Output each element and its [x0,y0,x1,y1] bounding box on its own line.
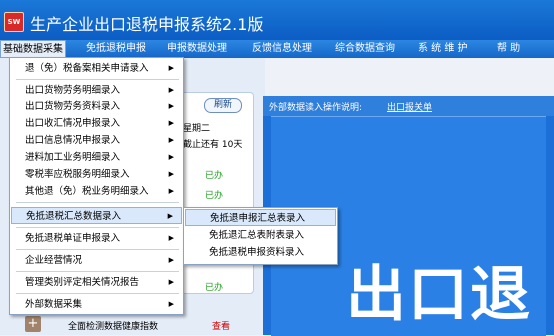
basic-data-dropdown-menu: 退（免）税备案相关申请录入 ▶ 出口货物劳务明细录入 ▶ 出口货物劳务资料录入 … [9,57,184,315]
menu-bar: 基础数据采集 免抵退税申报 申报数据处理 反馈信息处理 综合数据查询 系 统 维… [0,40,554,58]
chevron-right-icon: ▶ [167,212,173,220]
refresh-button[interactable]: 刷新 [204,98,242,113]
chevron-right-icon: ▶ [168,234,174,242]
chevron-right-icon: ▶ [168,278,174,286]
plus-icon[interactable]: + [25,316,41,332]
menu-comprehensive-query[interactable]: 综合数据查询 [335,40,395,58]
menu-system-maintenance[interactable]: 系 统 维 护 [418,40,468,58]
dd-item-summary-data[interactable]: 免抵退税汇总数据录入 ▶ [11,207,182,224]
status-done-2: 已办 [205,191,224,201]
app-title: 生产企业出口退税申报系统2.1版 [30,15,264,34]
dd-item-label: 其他退（免）税业务明细录入 [25,186,149,197]
dd-item-filing-application[interactable]: 退（免）税备案相关申请录入 ▶ [11,60,182,77]
chevron-right-icon: ▶ [168,187,174,195]
menu-help[interactable]: 帮 助 [497,40,520,58]
dd-item-label: 免抵退税汇总数据录入 [26,211,122,222]
health-check-label: 全面检测数据健康指数 [68,322,159,332]
dd-item-other-exemptions[interactable]: 其他退（免）税业务明细录入 ▶ [11,183,182,200]
sub-item-summary-table[interactable]: 免抵退申报汇总表录入 [185,209,336,226]
right-panel-header: 外部数据读入操作说明: 出口报关单 [263,96,554,116]
dd-item-export-goods-docs[interactable]: 出口货物劳务资料录入 ▶ [11,98,182,115]
health-check-row: + 全面检测数据健康指数 查看 [22,314,262,335]
dd-item-label: 退（免）税备案相关申请录入 [25,63,149,74]
dd-item-category-assessment[interactable]: 管理类别评定相关情况报告 ▶ [11,274,182,291]
dd-item-business-status[interactable]: 企业经营情况 ▶ [11,252,182,269]
dd-item-zero-rate-services[interactable]: 零税率应税服务明细录入 ▶ [11,166,182,183]
menu-separator [16,249,179,250]
menu-separator [16,227,179,228]
status-done-1: 已办 [205,171,224,181]
health-check-view-link[interactable]: 查看 [212,319,230,332]
chevron-right-icon: ▶ [168,153,174,161]
app-logo-icon: SW [4,12,24,32]
chevron-right-icon: ▶ [168,64,174,72]
dd-item-export-info[interactable]: 出口信息情况申报录入 ▶ [11,132,182,149]
chevron-right-icon: ▶ [168,102,174,110]
dd-item-external-data[interactable]: 外部数据采集 ▶ [11,296,182,313]
menu-declaration-data-processing[interactable]: 申报数据处理 [167,40,227,58]
menu-separator [16,293,179,294]
chevron-right-icon: ▶ [168,170,174,178]
dd-item-label: 外部数据采集 [25,299,83,310]
deadline-text: 截止还有 10天 [183,140,243,150]
menu-tax-refund-declaration[interactable]: 免抵退税申报 [86,40,146,58]
dd-item-label: 零税率应税服务明细录入 [25,169,130,180]
menu-separator [16,79,179,80]
status-done-3: 已办 [205,283,224,293]
dd-item-label: 出口货物劳务明细录入 [25,85,121,96]
dd-item-processing-trade[interactable]: 进料加工业务明细录入 ▶ [11,149,182,166]
chevron-right-icon: ▶ [168,86,174,94]
external-data-instructions-label: 外部数据读入操作说明: [269,103,363,113]
dd-item-label: 进料加工业务明细录入 [25,152,121,163]
chevron-right-icon: ▶ [168,136,174,144]
menu-feedback-processing[interactable]: 反馈信息处理 [252,40,312,58]
chevron-right-icon: ▶ [168,256,174,264]
dd-item-label: 免抵退税单证申报录入 [25,233,121,244]
menu-basic-data-collection[interactable]: 基础数据采集 [0,40,66,58]
dd-item-label: 出口信息情况申报录入 [25,135,121,146]
sub-item-label: 免抵退汇总表附表录入 [209,230,305,241]
promo-banner-text: 出口退 [346,260,532,330]
dd-item-voucher-declaration[interactable]: 免抵退税单证申报录入 ▶ [11,230,182,247]
dd-item-export-goods-detail[interactable]: 出口货物劳务明细录入 ▶ [11,82,182,99]
dd-item-export-receipts[interactable]: 出口收汇情况申报录入 ▶ [11,115,182,132]
sub-item-label: 免抵退申报汇总表录入 [210,213,306,224]
chevron-right-icon: ▶ [168,119,174,127]
dd-item-label: 出口收汇情况申报录入 [25,118,121,129]
sub-item-declaration-docs[interactable]: 免抵退税申报资料录入 [185,244,336,261]
sub-item-label: 免抵退税申报资料录入 [209,247,305,258]
dd-item-label: 出口货物劳务资料录入 [25,101,121,112]
weekday-text: 星期二 [183,124,211,134]
menu-separator [16,202,179,203]
dd-item-label: 企业经营情况 [25,255,83,266]
summary-data-submenu: 免抵退申报汇总表录入 免抵退汇总表附表录入 免抵退税申报资料录入 [183,207,338,265]
title-bar: SW 生产企业出口退税申报系统2.1版 [0,0,554,43]
sub-item-summary-attachment[interactable]: 免抵退汇总表附表录入 [185,227,336,244]
customs-declaration-link[interactable]: 出口报关单 [387,100,432,113]
chevron-right-icon: ▶ [168,300,174,308]
menu-separator [16,271,179,272]
dd-item-label: 管理类别评定相关情况报告 [25,277,140,288]
